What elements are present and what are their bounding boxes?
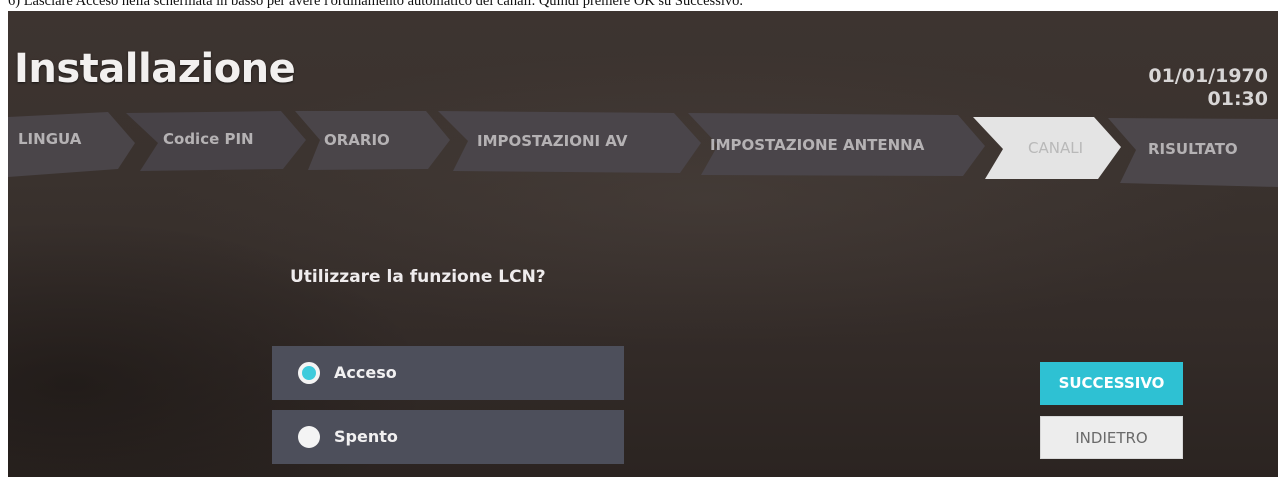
radio-selected-icon[interactable] [298,362,320,384]
instruction-caption: 6) Lasciare Acceso nella schermata in ba… [8,0,743,9]
step-label-impostazione-antenna: IMPOSTAZIONE ANTENNA [710,136,925,154]
page-title: Installazione [14,46,296,92]
option-acceso-label: Acceso [334,363,397,382]
step-label-lingua: LINGUA [18,130,82,148]
step-label-canali: CANALI [1028,139,1083,157]
step-label-risultato: RISULTATO [1148,140,1238,158]
steps-background [8,111,1278,187]
tv-screen-photo: Installazione 01/01/1970 01:30 LINGUA Co… [8,11,1278,477]
lcn-question: Utilizzare la funzione LCN? [290,267,546,287]
option-spento[interactable]: Spento [272,410,624,464]
clock-date: 01/01/1970 [1148,65,1268,87]
option-acceso[interactable]: Acceso [272,346,624,400]
step-label-orario: ORARIO [324,131,390,149]
next-button[interactable]: SUCCESSIVO [1040,362,1183,405]
back-button[interactable]: INDIETRO [1040,416,1183,459]
step-label-impostazioni-av: IMPOSTAZIONI AV [477,132,628,150]
option-spento-label: Spento [334,427,398,446]
step-label-codice-pin: Codice PIN [163,130,254,148]
clock-time: 01:30 [1207,88,1268,110]
installation-steps-bar: LINGUA Codice PIN ORARIO IMPOSTAZIONI AV… [8,109,1278,187]
radio-unselected-icon[interactable] [298,426,320,448]
